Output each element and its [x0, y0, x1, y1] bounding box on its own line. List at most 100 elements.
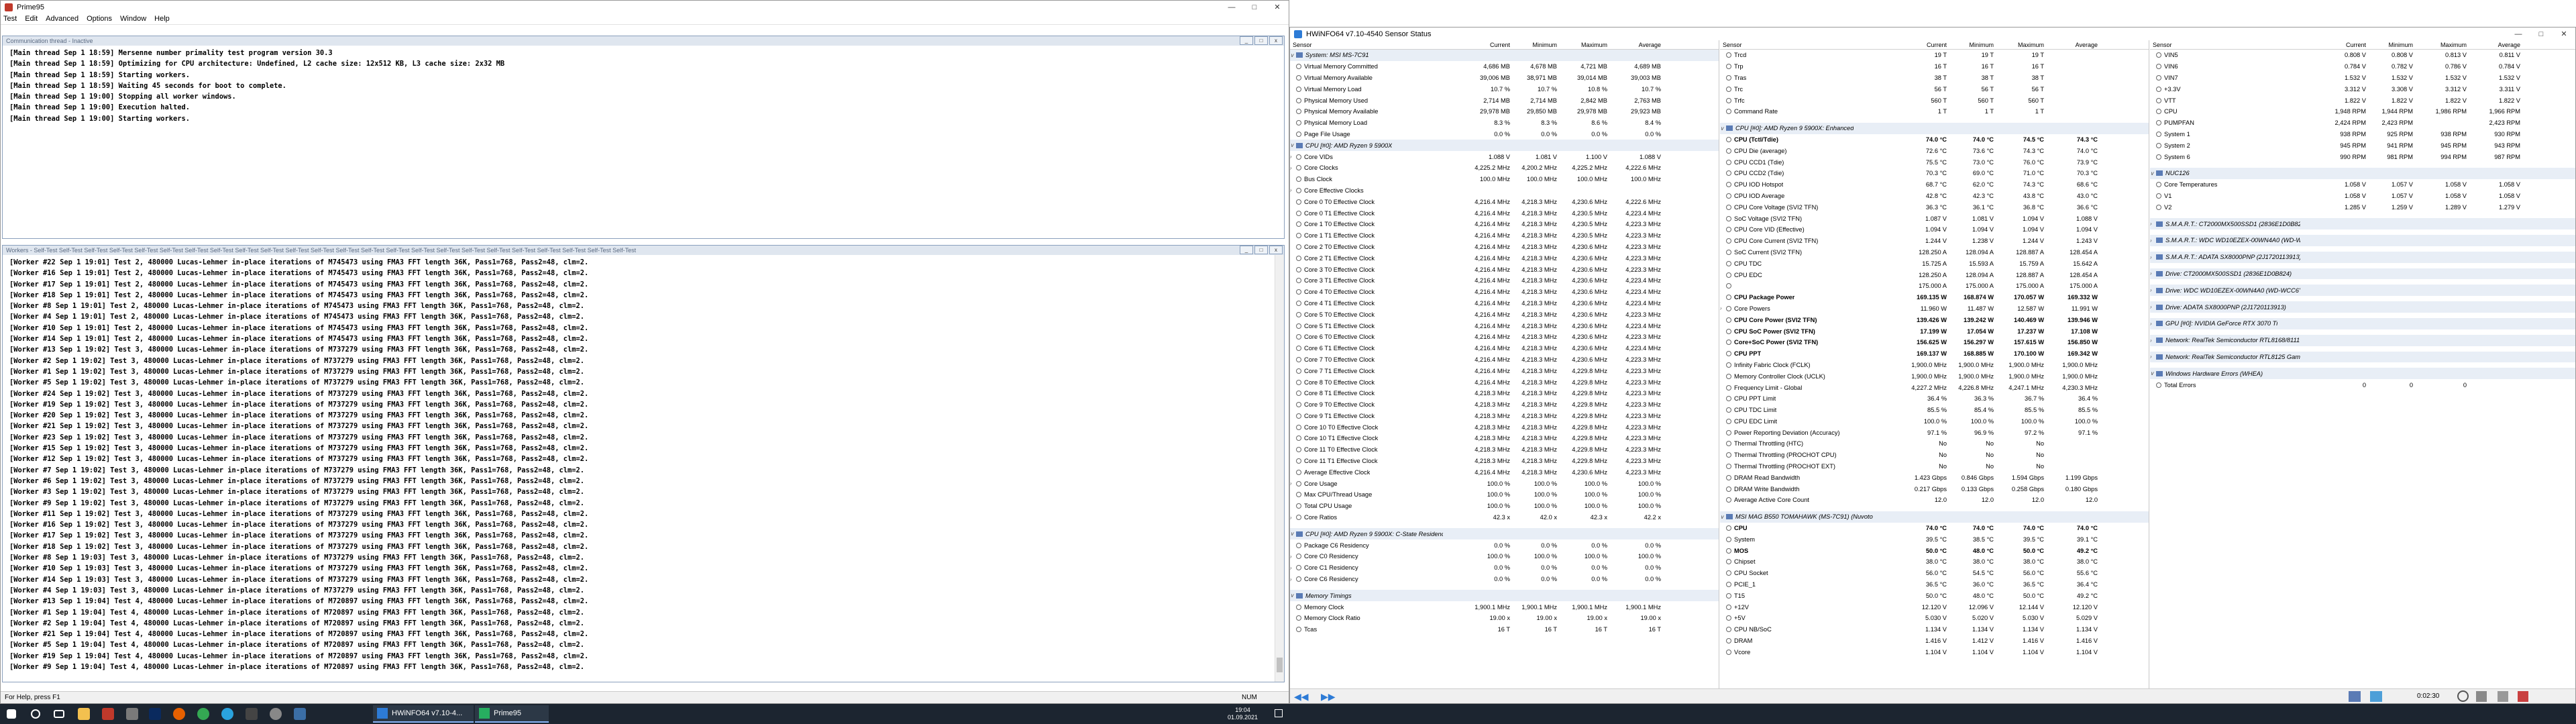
sensor-row[interactable]: CPU Core Current (SVI2 TFN) 1.244 V 1.238 …: [1720, 236, 2149, 247]
sensor-group[interactable]: › Drive: ADATA SX8000PNP (2J1720113913): [2150, 301, 2575, 313]
sensor-row[interactable]: Total CPU Usage 100.0 % 100.0 % 100.0 % 100.…: [1290, 501, 1719, 512]
nav-right-arrow-icon[interactable]: ▶▶: [1321, 691, 1336, 703]
report-icon[interactable]: [2370, 691, 2382, 702]
sensor-row[interactable]: CPU 74.0 °C 74.0 °C 74.0 °C 74.0 °C: [1720, 523, 2149, 534]
terminal-icon[interactable]: [149, 708, 161, 720]
sensor-row[interactable]: Average Effective Clock 4,216.4 MHz 4,218.…: [1290, 466, 1719, 478]
mdi-restore-button[interactable]: □: [1254, 246, 1268, 254]
column-header-current[interactable]: Current: [1446, 42, 1513, 48]
maximize-button[interactable]: □: [2530, 28, 2553, 40]
nav-left-arrow-icon[interactable]: ◀◀: [1294, 691, 1309, 703]
sensor-row[interactable]: Trcd 19 T 19 T 19 T: [1720, 50, 2149, 61]
column-header-maximum[interactable]: Maximum: [2416, 42, 2469, 48]
expand-icon[interactable]: ›: [1290, 565, 1296, 571]
close-sensors-icon[interactable]: [2518, 691, 2528, 702]
sensor-group[interactable]: › GPU [#0]: NVIDIA GeForce RTX 3070 Ti: [2150, 317, 2575, 329]
cpu-z-icon[interactable]: [126, 708, 138, 720]
column-header-average[interactable]: Average: [2047, 42, 2100, 48]
menu-item-options[interactable]: Options: [87, 15, 112, 23]
menu-item-edit[interactable]: Edit: [25, 15, 38, 23]
sensor-row[interactable]: Core 6 T1 Effective Clock 4,216.4 MHz 4,21…: [1290, 343, 1719, 354]
reset-icon[interactable]: [2498, 691, 2508, 702]
minimize-button[interactable]: —: [1220, 1, 1243, 13]
sensor-row[interactable]: MOS 50.0 °C 48.0 °C 50.0 °C 49.2 °C: [1720, 545, 2149, 556]
column-header-average[interactable]: Average: [1610, 42, 1664, 48]
sensor-row[interactable]: Core 0 T1 Effective Clock 4,216.4 MHz 4,21…: [1290, 207, 1719, 219]
sensor-row[interactable]: CPU IOD Hotspot 68.7 °C 62.0 °C 74.3 °C 68.6…: [1720, 179, 2149, 191]
sensor-row[interactable]: › Core Effective Clocks: [1290, 185, 1719, 197]
sensor-row[interactable]: VTT 1.822 V 1.822 V 1.822 V 1.822 V: [2150, 95, 2575, 106]
column-header-minimum[interactable]: Minimum: [1949, 42, 1996, 48]
sensor-row[interactable]: T15 50.0 °C 48.0 °C 50.0 °C 49.2 °C: [1720, 590, 2149, 601]
sensor-row[interactable]: Total Errors 0 0 0: [2150, 379, 2575, 391]
sensor-row[interactable]: CPU TDC 15.725 A 15.593 A 15.759 A 15.642 A: [1720, 258, 2149, 269]
sensor-row[interactable]: Package C6 Residency 0.0 % 0.0 % 0.0 % 0.0 %: [1290, 539, 1719, 551]
sensor-row[interactable]: CPU EDC 128.250 A 128.094 A 128.887 A 128.45…: [1720, 269, 2149, 280]
sensor-row[interactable]: Tras 38 T 38 T 38 T: [1720, 72, 2149, 84]
sensor-row[interactable]: Memory Clock 1,900.1 MHz 1,900.1 MHz 1,900.…: [1290, 601, 1719, 613]
sensor-row[interactable]: SoC Voltage (SVI2 TFN) 1.087 V 1.081 V 1.09…: [1720, 213, 2149, 224]
sensor-row[interactable]: Trc 56 T 56 T 56 T: [1720, 83, 2149, 95]
sensor-row[interactable]: Core 4 T0 Effective Clock 4,216.4 MHz 4,21…: [1290, 287, 1719, 298]
gear-icon[interactable]: [270, 708, 282, 720]
sensor-row[interactable]: › Core Usage 100.0 % 100.0 % 100.0 % 100.0 %: [1290, 478, 1719, 489]
sensor-row[interactable]: CPU (Tctl/Tdie) 74.0 °C 74.0 °C 74.5 °C 74.3…: [1720, 134, 2149, 146]
sensor-row[interactable]: System 6 990 RPM 981 RPM 994 RPM 987 RPM: [2150, 151, 2575, 162]
sensor-row[interactable]: Physical Memory Available 29,978 MB 29,850…: [1290, 106, 1719, 117]
sensor-row[interactable]: Virtual Memory Available 39,006 MB 38,971 …: [1290, 72, 1719, 84]
expand-icon[interactable]: ›: [2150, 270, 2156, 276]
monitor-icon[interactable]: [246, 708, 258, 720]
expand-icon[interactable]: ›: [1290, 480, 1296, 486]
sensor-row[interactable]: V1 1.058 V 1.057 V 1.058 V 1.058 V: [2150, 191, 2575, 202]
sensor-row[interactable]: CPU Socket 56.0 °C 54.5 °C 56.0 °C 55.6 °C: [1720, 568, 2149, 579]
sensor-row[interactable]: CPU SoC Power (SVI2 TFN) 17.199 W 17.054 W…: [1720, 325, 2149, 337]
sensor-row[interactable]: +3.3V 3.312 V 3.308 V 3.312 V 3.311 V: [2150, 83, 2575, 95]
column-header-minimum[interactable]: Minimum: [1513, 42, 1560, 48]
sensor-row[interactable]: CPU 1,948 RPM 1,944 RPM 1,986 RPM 1,966 RPM: [2150, 106, 2575, 117]
file-explorer-icon[interactable]: [78, 708, 90, 720]
sensor-row[interactable]: Core 4 T1 Effective Clock 4,216.4 MHz 4,21…: [1290, 298, 1719, 309]
column-header-maximum[interactable]: Maximum: [1560, 42, 1610, 48]
sensor-row[interactable]: Thermal Throttling (PROCHOT EXT) No No No: [1720, 461, 2149, 472]
telegram-icon[interactable]: [221, 708, 233, 720]
sensor-row[interactable]: › Core Clocks 4,225.2 MHz 4,200.2 MHz 4,225.…: [1290, 162, 1719, 174]
column-header-sensor[interactable]: Sensor: [2150, 42, 2303, 48]
sensor-row[interactable]: 175.000 A 175.000 A 175.000 A 175.000 A: [1720, 280, 2149, 292]
maximize-button[interactable]: □: [1243, 1, 1266, 13]
notification-icon[interactable]: [1275, 709, 1283, 717]
sensor-group[interactable]: ∨ CPU [#0]: AMD Ryzen 9 5900X: Enhanced: [1720, 122, 2149, 134]
menu-item-advanced[interactable]: Advanced: [46, 15, 78, 23]
sensor-row[interactable]: Core 7 T0 Effective Clock 4,216.4 MHz 4,21…: [1290, 354, 1719, 366]
sensor-group[interactable]: › Network: RealTek Semiconductor RTL8168/…: [2150, 334, 2575, 346]
mdi-restore-button[interactable]: □: [1254, 36, 1268, 45]
sensor-group[interactable]: ∨ System: MSI MS-7C91: [1290, 50, 1719, 61]
settings-icon[interactable]: [2476, 691, 2487, 702]
close-button[interactable]: ✕: [1266, 1, 1289, 13]
sensor-row[interactable]: › Core Ratios 42.3 x 42.0 x 42.3 x 42.2 x: [1290, 512, 1719, 523]
sensor-row[interactable]: Core 2 T0 Effective Clock 4,216.4 MHz 4,21…: [1290, 242, 1719, 253]
sensor-row[interactable]: Core 2 T1 Effective Clock 4,216.4 MHz 4,21…: [1290, 252, 1719, 264]
prime95-titlebar[interactable]: Prime95 — □ ✕: [1, 1, 1289, 13]
sensor-row[interactable]: CPU Core VID (Effective) 1.094 V 1.094 V 1.…: [1720, 224, 2149, 236]
sensor-row[interactable]: Memory Controller Clock (UCLK) 1,900.0 MH…: [1720, 370, 2149, 382]
sensor-row[interactable]: DRAM Read Bandwidth 1.423 Gbps 0.846 Gbps 1…: [1720, 472, 2149, 483]
expand-icon[interactable]: ›: [2150, 238, 2156, 244]
expand-icon[interactable]: ›: [2150, 354, 2156, 360]
sensor-row[interactable]: CPU CCD1 (Tdie) 75.5 °C 73.0 °C 76.0 °C 73.9…: [1720, 156, 2149, 168]
sensor-row[interactable]: › Core C0 Residency 100.0 % 100.0 % 100.0 % 1…: [1290, 551, 1719, 562]
scrollbar-thumb[interactable]: [1277, 658, 1283, 672]
taskbar-prime95-button[interactable]: Prime95: [475, 705, 549, 723]
sensor-row[interactable]: Thermal Throttling (PROCHOT CPU) No No No: [1720, 450, 2149, 461]
sensor-row[interactable]: CPU Core Power (SVI2 TFN) 139.426 W 139.24…: [1720, 314, 2149, 325]
sensor-row[interactable]: Virtual Memory Committed 4,686 MB 4,678 MB…: [1290, 61, 1719, 72]
sensor-row[interactable]: Average Active Core Count 12.0 12.0 12.0 12.…: [1720, 495, 2149, 506]
taskbar-hwinfo-button[interactable]: HWiNFO64 v7.10-4...: [373, 705, 474, 723]
taskbar-date[interactable]: 01.09.2021: [1228, 714, 1258, 721]
sensor-row[interactable]: VIN6 0.784 V 0.782 V 0.786 V 0.784 V: [2150, 61, 2575, 72]
sensor-row[interactable]: PUMPFAN 2,424 RPM 2,423 RPM 2,423 RPM: [2150, 117, 2575, 129]
sensor-row[interactable]: DRAM 1.416 V 1.412 V 1.416 V 1.416 V: [1720, 635, 2149, 647]
workers-window-title[interactable]: Workers - Self-Test Self-Test Self-Test …: [3, 246, 1284, 255]
sensor-row[interactable]: CPU PPT Limit 36.4 % 36.3 % 36.7 % 36.4 %: [1720, 393, 2149, 405]
sensor-row[interactable]: Trfc 560 T 560 T 560 T: [1720, 95, 2149, 106]
mdi-close-button[interactable]: x: [1269, 36, 1283, 45]
